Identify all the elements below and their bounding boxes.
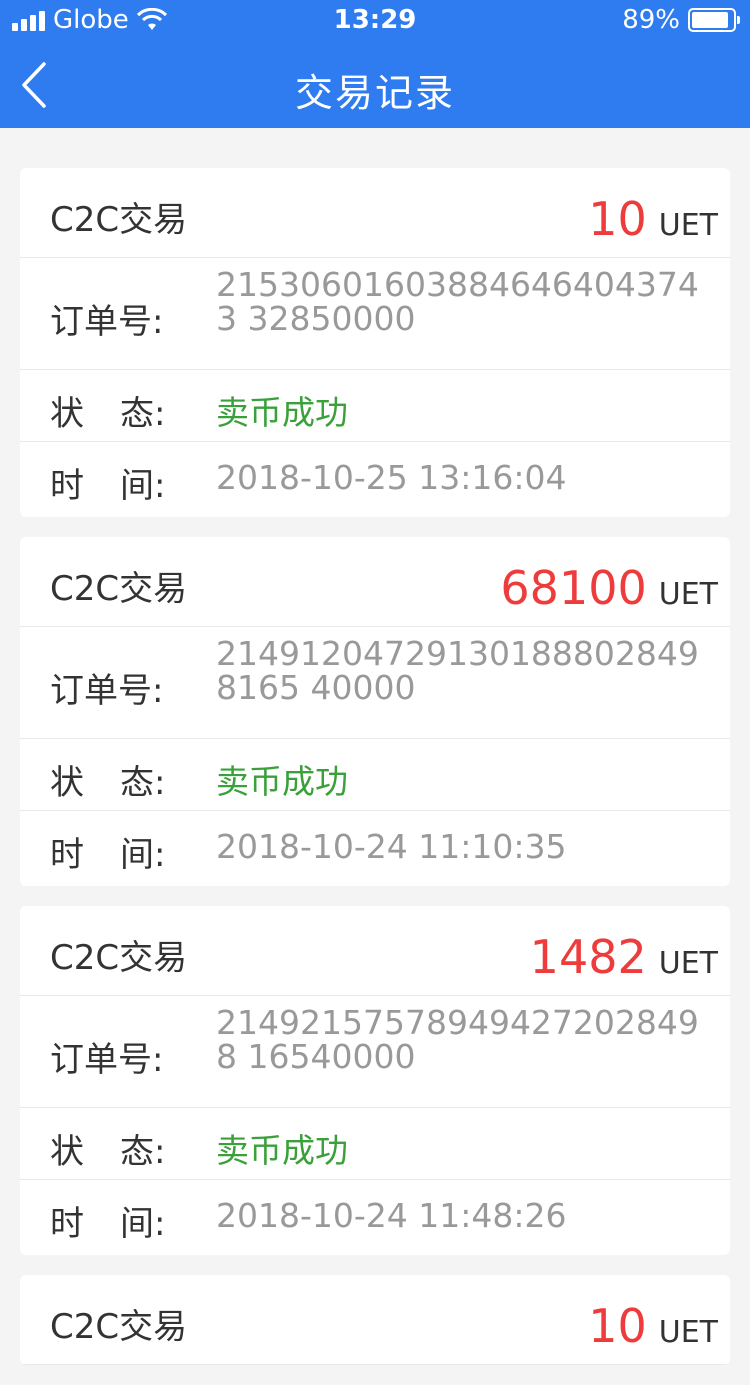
status-row: 状态: 卖币成功	[20, 1108, 730, 1180]
time-row: 时间: 2018-10-24 11:48:26	[20, 1180, 730, 1255]
amount-value: 10	[588, 1299, 647, 1353]
order-label: 订单号:	[50, 302, 164, 342]
status-label: 状态:	[50, 394, 166, 434]
time-row: 时间: 2018-10-25 13:16:04	[20, 442, 730, 517]
order-number: 215306016038846464043743 32850000	[216, 265, 699, 338]
record-header: C2C交易 10 UET	[20, 1275, 730, 1365]
record-card[interactable]: C2C交易 10 UET 订单号: 2153060160388464640437…	[20, 168, 730, 517]
status-bar-right: 89%	[622, 5, 740, 35]
record-amount: 68100 UET	[500, 561, 718, 615]
time-value: 2018-10-24 11:10:35	[216, 827, 567, 866]
time-label: 时间:	[50, 835, 166, 875]
record-amount: 1482 UET	[530, 930, 718, 984]
order-row: 订单号: 214912047291301888028498165 40000	[20, 627, 730, 739]
battery-percent: 89%	[622, 5, 680, 35]
amount-value: 68100	[500, 561, 647, 615]
order-label: 订单号:	[50, 1040, 164, 1080]
amount-unit: UET	[658, 577, 718, 612]
record-amount: 10 UET	[588, 1299, 718, 1353]
status-label: 状态:	[50, 1132, 166, 1172]
amount-unit: UET	[658, 946, 718, 981]
record-card[interactable]: C2C交易 68100 UET 订单号: 2149120472913018880…	[20, 537, 730, 886]
status-bar: Globe 13:29 89%	[0, 0, 750, 40]
record-card[interactable]: C2C交易 1482 UET 订单号: 21492157578949427202…	[20, 906, 730, 1255]
amount-value: 1482	[529, 930, 647, 984]
order-label: 订单号:	[50, 671, 164, 711]
time-value: 2018-10-25 13:16:04	[216, 458, 567, 497]
time-label: 时间:	[50, 466, 166, 506]
amount-unit: UET	[658, 1315, 718, 1350]
record-header: C2C交易 68100 UET	[20, 537, 730, 627]
battery-fill	[692, 12, 728, 28]
nav-bar: 交易记录	[0, 40, 750, 128]
record-type: C2C交易	[50, 1307, 188, 1347]
time-row: 时间: 2018-10-24 11:10:35	[20, 811, 730, 886]
time-value: 2018-10-24 11:48:26	[216, 1196, 567, 1235]
record-header: C2C交易 10 UET	[20, 168, 730, 258]
order-number: 214921575789494272028498 16540000	[216, 1003, 699, 1076]
record-type: C2C交易	[50, 569, 188, 609]
order-row: 订单号: 215306016038846464043743 32850000	[20, 258, 730, 370]
status-value: 卖币成功	[216, 1131, 348, 1170]
record-header: C2C交易 1482 UET	[20, 906, 730, 996]
record-card[interactable]: C2C交易 10 UET	[20, 1275, 730, 1365]
status-label: 状态:	[50, 763, 166, 803]
order-row: 订单号: 214921575789494272028498 16540000	[20, 996, 730, 1108]
order-number: 214912047291301888028498165 40000	[216, 634, 699, 707]
record-amount: 10 UET	[588, 192, 718, 246]
status-value: 卖币成功	[216, 393, 348, 432]
time-label: 时间:	[50, 1204, 166, 1244]
status-row: 状态: 卖币成功	[20, 739, 730, 811]
record-type: C2C交易	[50, 200, 188, 240]
record-list[interactable]: C2C交易 10 UET 订单号: 2153060160388464640437…	[20, 168, 730, 1385]
amount-value: 10	[588, 192, 647, 246]
amount-unit: UET	[658, 208, 718, 243]
page-title: 交易记录	[294, 71, 455, 115]
battery-nub	[737, 16, 740, 24]
record-type: C2C交易	[50, 938, 188, 978]
status-row: 状态: 卖币成功	[20, 370, 730, 442]
status-value: 卖币成功	[216, 762, 348, 801]
battery-icon	[688, 8, 740, 32]
